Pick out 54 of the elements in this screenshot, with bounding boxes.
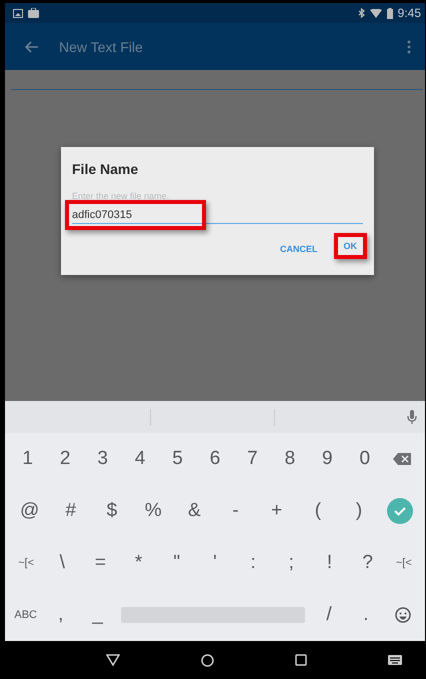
backspace-icon[interactable] [393,453,412,465]
keyboard-key[interactable]: 4 [127,448,154,470]
keyboard-key[interactable]: @ [16,500,43,522]
keyboard-key[interactable]: % [140,500,166,522]
keyboard-key[interactable]: 8 [276,448,303,470]
battery-icon [386,8,393,18]
recents-square-icon[interactable] [295,654,308,666]
keyboard-icon[interactable] [388,655,402,665]
keyboard-key[interactable]: $ [98,500,125,522]
keyboard-key[interactable]: ) [346,500,372,522]
keyboard-key[interactable]: . [352,604,379,626]
microphone-icon[interactable] [407,410,417,425]
keyboard-key[interactable]: ABC [14,609,37,621]
bluetooth-icon [358,8,365,18]
keyboard-key[interactable]: ' [202,552,228,574]
keyboard-key[interactable]: 2 [52,448,78,470]
checkmark-icon[interactable] [387,498,414,524]
keyboard-key[interactable]: , [48,604,74,626]
keyboard-key[interactable]: ~[< [392,557,415,569]
keyboard-key[interactable]: # [58,500,84,522]
keyboard-key[interactable]: 6 [202,448,228,470]
smiley-icon[interactable] [394,607,411,623]
back-triangle-icon[interactable] [106,654,120,666]
back-arrow-icon[interactable] [25,40,39,52]
screen-title: New Text File [59,38,143,54]
keyboard-key[interactable]: " [164,552,190,574]
keyboard-key[interactable]: & [181,500,208,522]
keyboard-key[interactable]: + [264,500,290,522]
keyboard-key[interactable]: 5 [164,448,191,470]
keyboard-key[interactable]: 3 [90,448,116,470]
keyboard-key[interactable]: ~[< [15,557,38,569]
keyboard-key[interactable]: ! [316,552,342,574]
keyboard-key[interactable]: = [87,552,114,574]
keyboard-key[interactable]: / [316,604,342,626]
more-options-icon[interactable] [407,40,411,54]
clock-time: 9:45 [398,6,421,20]
briefcase-icon [28,8,39,18]
keyboard-key[interactable]: 9 [314,448,340,470]
keyboard-key[interactable]: 7 [239,448,266,470]
keyboard-key[interactable]: ( [304,500,331,522]
keyboard-key[interactable]: \ [49,552,76,574]
keyboard-key[interactable]: * [126,552,152,574]
file-name-field[interactable]: adfic070315 [72,206,363,224]
image-icon [13,8,23,18]
dialog-title: File Name [72,161,140,177]
keyboard-key[interactable]: _ [84,604,111,626]
keyboard-key[interactable]: ; [278,552,304,574]
keyboard-key[interactable]: 1 [14,448,41,470]
home-circle-icon[interactable] [200,654,214,666]
keyboard-key[interactable]: - [222,500,249,522]
wifi-icon [370,8,382,18]
keyboard-key[interactable]: ? [354,552,381,574]
keyboard-key[interactable]: 0 [352,448,378,470]
keyboard-key[interactable]: : [240,552,266,574]
